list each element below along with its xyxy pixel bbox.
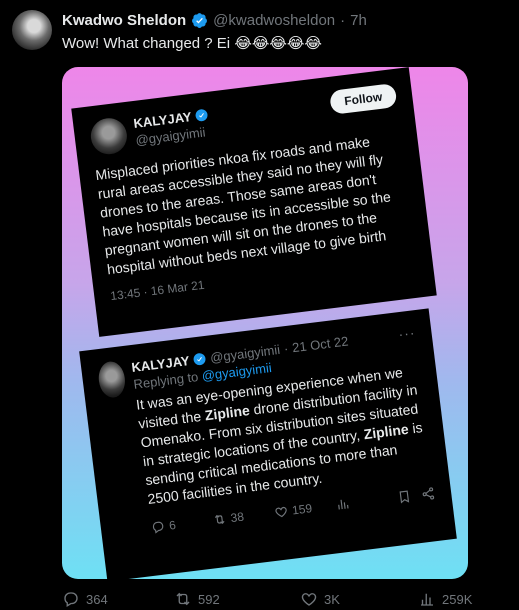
reply-button[interactable]: 364 (62, 590, 108, 608)
quoted-tweet-card-2: KALYJAY @gyaigyimii · 21 Oct 22 ··· Repl… (79, 308, 457, 579)
repost-icon (176, 592, 190, 606)
card2-bold-zipline-1: Zipline (203, 402, 251, 424)
author-avatar[interactable] (12, 10, 52, 50)
heart-icon (275, 506, 287, 518)
repost-count: 592 (198, 591, 220, 607)
follow-button: Follow (329, 82, 398, 115)
tweet-header: Kwadwo Sheldon @kwadwosheldon · 7h (62, 12, 367, 29)
tweet-text: Wow! What changed ? Ei 😂😂😂😂😂 (62, 34, 322, 52)
verified-badge-icon (192, 13, 208, 28)
quoted-tweet-card-1: KALYJAY @gyaigyimii Follow Misplaced pri… (71, 67, 437, 337)
card2-analytics (335, 491, 398, 512)
views-count: 259K (442, 591, 473, 607)
card2-replies-count: 6 (168, 517, 177, 533)
kalyjay-avatar (96, 360, 127, 399)
tweet-time[interactable]: 7h (350, 12, 367, 29)
author-handle[interactable]: @kwadwosheldon (213, 12, 335, 29)
tweet-text-body: Wow! What changed ? Ei (62, 35, 231, 52)
bookmark-icon (399, 490, 410, 504)
laughing-emoji-icons: 😂😂😂😂😂 (234, 35, 322, 52)
reply-count: 364 (86, 591, 108, 607)
tweet-actions-bar: 364 592 3K 259K (62, 590, 502, 608)
card2-reply: 6 (150, 513, 213, 534)
card2-retweets-count: 38 (229, 509, 245, 526)
card2-separator: · (283, 340, 290, 356)
like-count: 3K (324, 591, 340, 607)
share-icon (422, 487, 435, 500)
more-options-icon: ··· (397, 324, 417, 343)
kalyjay-avatar (88, 116, 129, 157)
card2-retweet: 38 (212, 506, 275, 527)
retweet-icon (214, 514, 225, 525)
analytics-icon (338, 499, 349, 510)
repost-button[interactable]: 592 (174, 590, 220, 608)
reply-icon (64, 592, 78, 607)
views-bar-chart-icon (421, 593, 433, 606)
card2-likes-count: 159 (291, 501, 313, 518)
tweet-media-image[interactable]: KALYJAY @gyaigyimii Follow Misplaced pri… (62, 67, 468, 579)
verified-badge-icon (193, 352, 206, 365)
author-name[interactable]: Kwadwo Sheldon (62, 12, 186, 29)
separator-dot: · (340, 12, 346, 29)
card2-bold-zipline-2: Zipline (362, 420, 410, 443)
card2-right-actions (397, 486, 436, 505)
reply-icon (152, 521, 164, 534)
heart-icon (301, 593, 317, 606)
card2-like: 159 (273, 498, 336, 519)
like-button[interactable]: 3K (300, 590, 340, 608)
views-button[interactable]: 259K (418, 590, 472, 608)
verified-badge-icon (195, 109, 208, 122)
